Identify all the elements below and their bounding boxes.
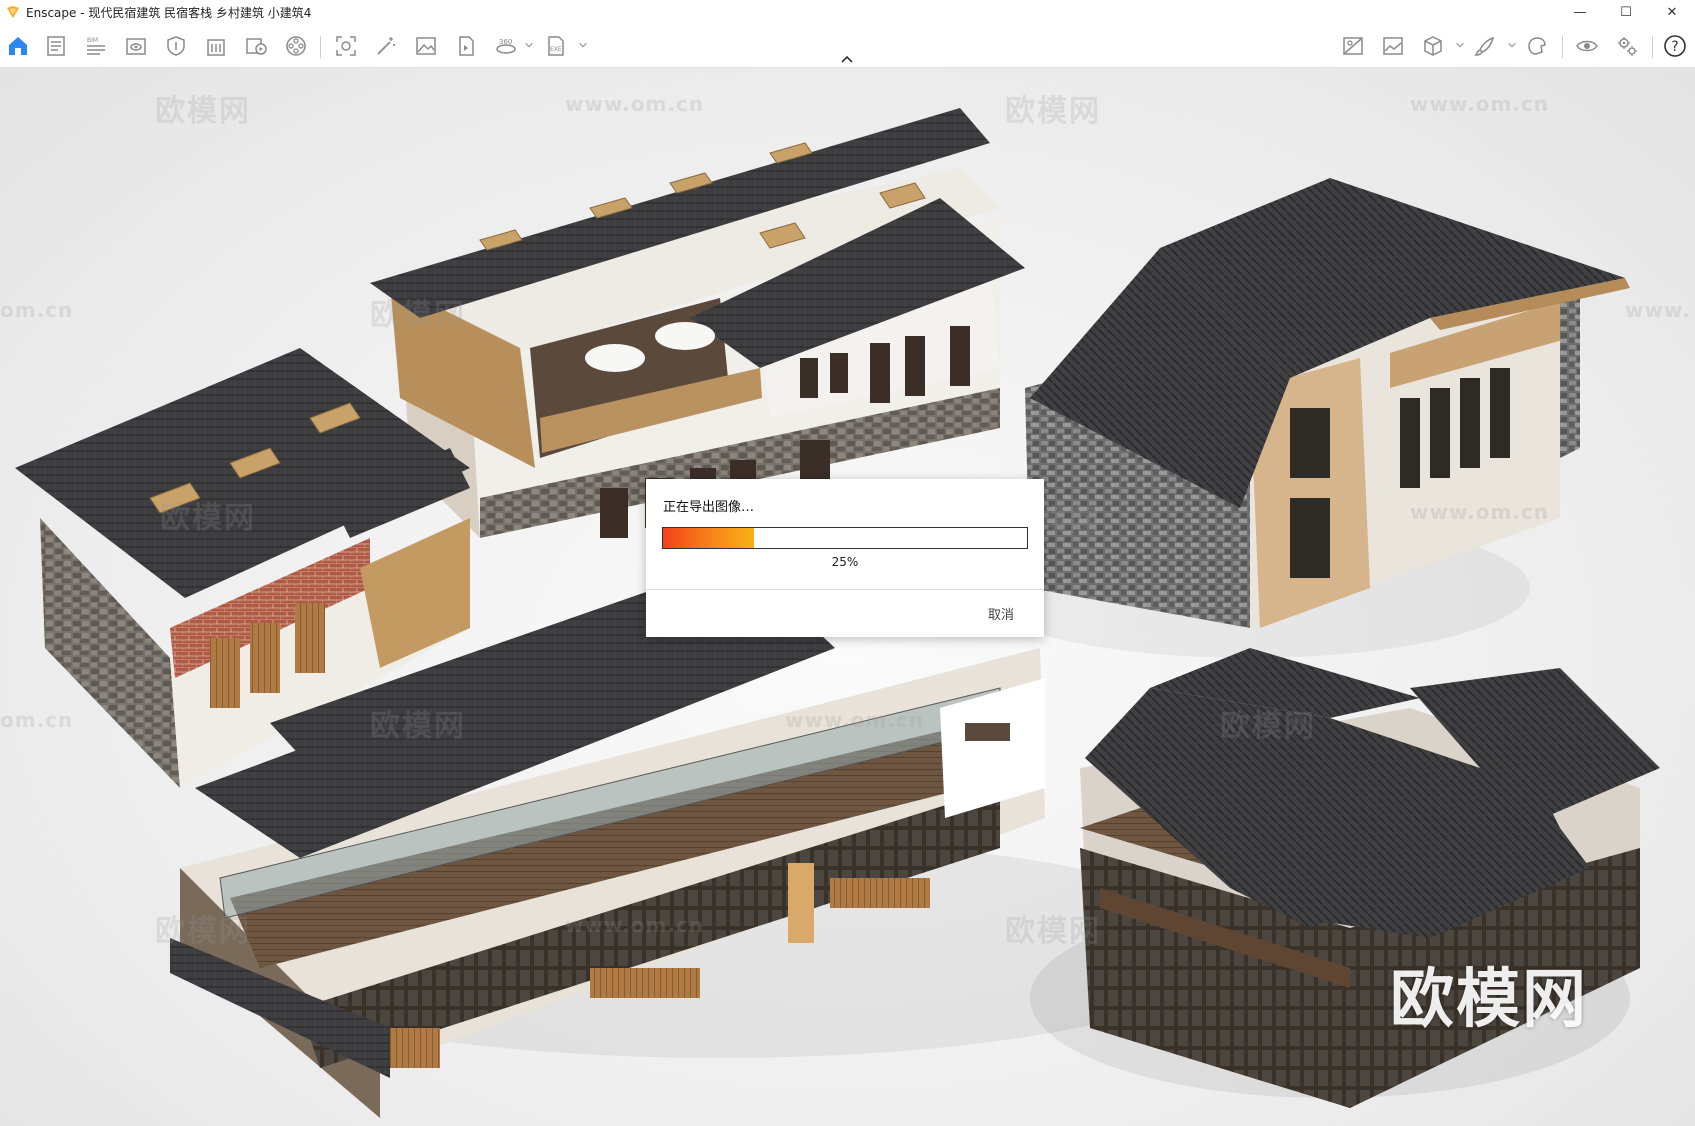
- toolbar-separator: [1652, 36, 1653, 58]
- watermark-url: www.om.cn: [565, 913, 705, 937]
- watermark-brand: 欧模网: [370, 298, 466, 333]
- watermark-url: www.: [1625, 298, 1691, 322]
- material-icon: [1528, 37, 1546, 55]
- settings-button[interactable]: [1612, 32, 1642, 60]
- home-button[interactable]: [3, 32, 33, 60]
- batch-render-button[interactable]: [451, 32, 481, 60]
- dialog-title: 正在导出图像…: [663, 500, 755, 515]
- shield-button[interactable]: [161, 32, 191, 60]
- building-button[interactable]: [201, 32, 231, 60]
- film-reel-button[interactable]: [281, 32, 311, 60]
- watermark-corner-brand: 欧模网: [1390, 963, 1588, 1037]
- brush-dropdown-caret[interactable]: [1506, 38, 1518, 52]
- bim-label: BIM: [87, 37, 98, 44]
- settings-icon: [1618, 37, 1637, 56]
- enscape-window: Enscape - 现代民宿建筑 民宿客栈 乡村建筑 小建筑4 — ☐ ✕ BI…: [0, 0, 1695, 1126]
- title-bar: Enscape - 现代民宿建筑 民宿客栈 乡村建筑 小建筑4 — ☐ ✕: [0, 0, 1695, 24]
- chevron-down-icon: [525, 42, 533, 48]
- eye-button[interactable]: [1572, 32, 1602, 60]
- exe-label: EXE: [550, 46, 562, 53]
- image-icon: [416, 37, 436, 55]
- enscape-logo-icon: [7, 6, 19, 18]
- magic-wand-button[interactable]: [371, 32, 401, 60]
- bim-button[interactable]: BIM: [81, 32, 111, 60]
- chevron-down-icon: [1508, 42, 1516, 48]
- panorama-360-icon: 360: [496, 38, 516, 54]
- screenshot-icon: [336, 36, 356, 56]
- watermark-brand: 欧模网: [160, 501, 256, 536]
- toolbar-separator: [1562, 36, 1563, 58]
- building-icon: [207, 39, 225, 56]
- building-right-stone: [1025, 178, 1630, 628]
- document-button[interactable]: [41, 32, 71, 60]
- collapse-toolbar-icon[interactable]: [840, 54, 854, 64]
- panorama-dropdown-caret[interactable]: [523, 38, 535, 52]
- watermark-brand: 欧模网: [370, 709, 466, 744]
- brush-icon: [1474, 36, 1495, 56]
- bim-icon: BIM: [87, 37, 105, 55]
- progress-percent: 25%: [831, 555, 859, 569]
- watermark-url: om.cn: [0, 708, 74, 732]
- help-button[interactable]: ?: [1660, 32, 1690, 60]
- cube-icon: [1424, 36, 1442, 56]
- watermark-brand: 欧模网: [1005, 94, 1101, 129]
- dialog-divider: [646, 589, 1044, 590]
- maximize-button[interactable]: ☐: [1603, 0, 1649, 24]
- watermark-url: www.om.cn: [1410, 92, 1550, 116]
- panorama-360-button[interactable]: 360: [491, 32, 521, 60]
- chevron-down-icon: [1456, 42, 1464, 48]
- window-title: Enscape - 现代民宿建筑 民宿客栈 乡村建筑 小建筑4: [26, 5, 312, 20]
- image-button[interactable]: [411, 32, 441, 60]
- shield-icon: [167, 36, 185, 56]
- batch-render-icon: [459, 36, 474, 56]
- help-glyph: ?: [1671, 39, 1678, 55]
- watermark-url: www.om.cn: [785, 708, 925, 732]
- close-button[interactable]: ✕: [1649, 0, 1695, 24]
- cube-dropdown-caret[interactable]: [1454, 38, 1466, 52]
- visual-settings-button[interactable]: [1338, 32, 1368, 60]
- video-editor-icon: [246, 38, 267, 55]
- atmosphere-button[interactable]: [1378, 32, 1408, 60]
- watermark-url: www.om.cn: [1410, 500, 1550, 524]
- cancel-button[interactable]: 取消: [988, 604, 1014, 623]
- material-button[interactable]: [1522, 32, 1552, 60]
- watermark-url: www.om.cn: [565, 92, 705, 116]
- watermark-brand: 欧模网: [155, 94, 251, 129]
- screenshot-button[interactable]: [331, 32, 361, 60]
- help-icon: ?: [1664, 35, 1686, 57]
- film-reel-icon: [286, 36, 306, 56]
- export-progress-dialog: 正在导出图像… 25% 取消: [646, 479, 1044, 637]
- atmosphere-icon: [1383, 37, 1403, 55]
- progress-bar: [662, 527, 1028, 549]
- view-button[interactable]: [121, 32, 151, 60]
- magic-wand-icon: [377, 37, 395, 55]
- document-icon: [47, 36, 65, 56]
- watermark-brand: 欧模网: [1005, 914, 1101, 949]
- exe-dropdown-caret[interactable]: [577, 38, 589, 52]
- watermark-brand: 欧模网: [155, 914, 251, 949]
- render-viewport[interactable]: 欧模网 www.om.cn 欧模网 www.om.cn om.cn 欧模网 ww…: [0, 68, 1695, 1126]
- eye-icon: [1576, 40, 1598, 52]
- brush-button[interactable]: [1470, 32, 1500, 60]
- progress-bar-fill: [663, 528, 754, 548]
- visual-settings-icon: [1343, 37, 1363, 55]
- toolbar-separator: [320, 36, 321, 58]
- building-top-center: [370, 108, 1025, 538]
- watermark-url: om.cn: [0, 298, 74, 322]
- window-controls: — ☐ ✕: [1557, 0, 1695, 24]
- exe-export-icon: EXE: [548, 36, 564, 56]
- view-icon: [126, 38, 146, 55]
- minimize-button[interactable]: —: [1557, 0, 1603, 24]
- cube-button[interactable]: [1418, 32, 1448, 60]
- video-editor-button[interactable]: [241, 32, 271, 60]
- chevron-down-icon: [579, 42, 587, 48]
- watermark-brand: 欧模网: [1220, 709, 1316, 744]
- home-icon: [9, 37, 27, 55]
- exe-export-button[interactable]: EXE: [541, 32, 571, 60]
